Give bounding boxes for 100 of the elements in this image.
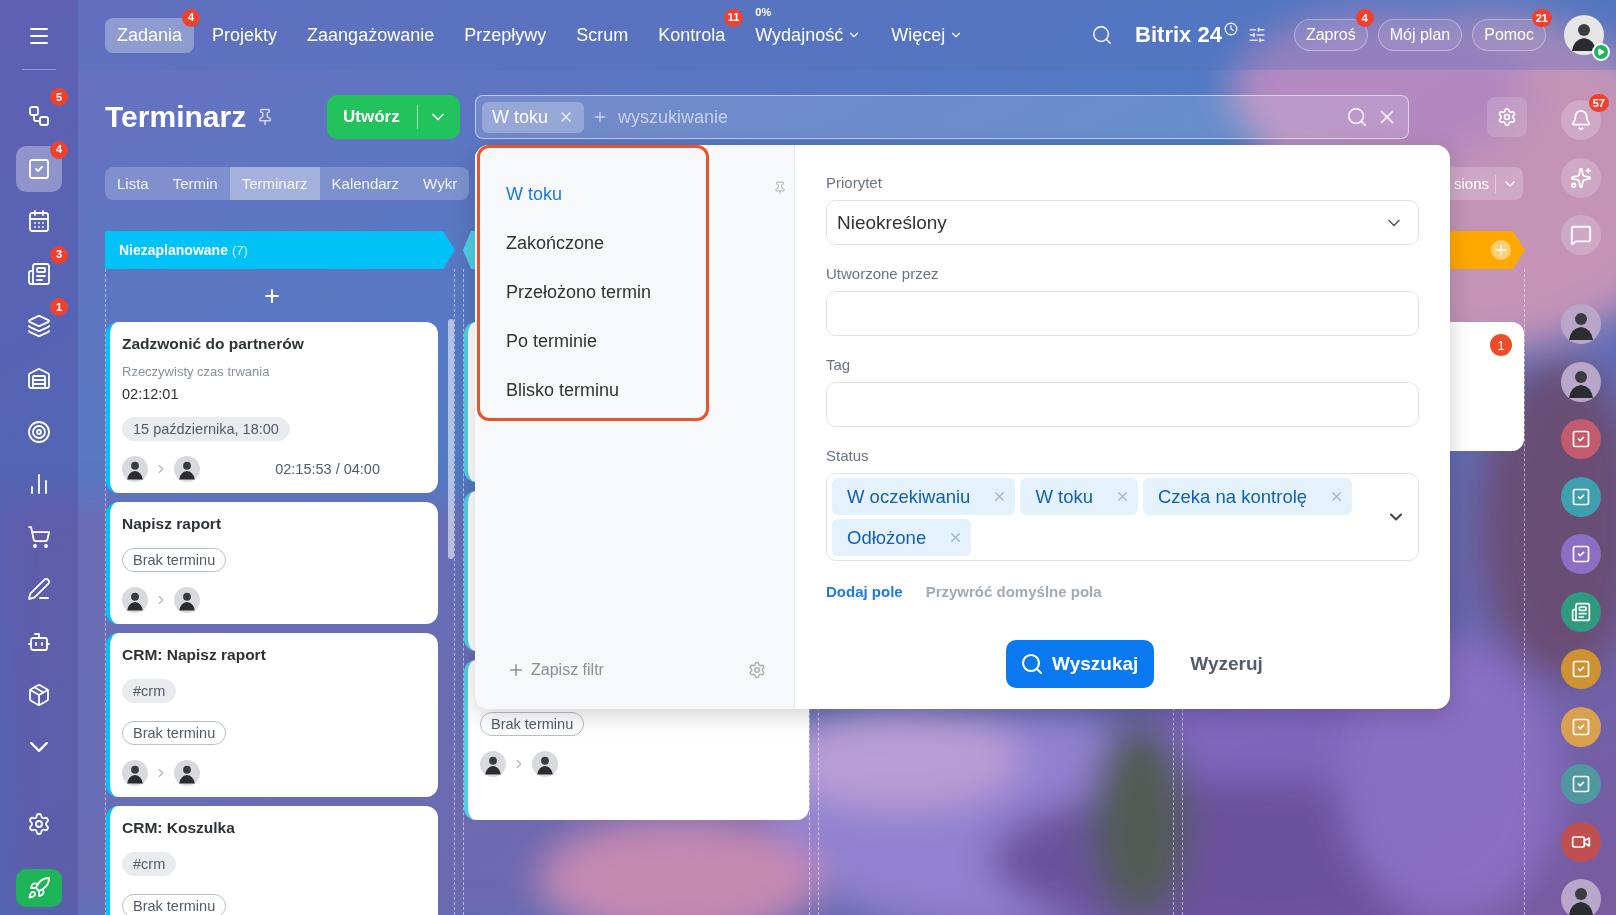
avatar [174,760,200,786]
page-title: Terminarz [105,100,247,134]
filter-preset[interactable]: Po terminie [480,317,706,366]
search-button[interactable]: Wyszukaj [1006,640,1155,688]
card-subtitle: Rzeczywisty czas trwania [122,363,271,381]
avatar [122,587,148,613]
task-check-icon [1571,716,1591,737]
tool-button[interactable] [1561,157,1601,198]
gear-icon [748,661,766,679]
nav-tab[interactable]: Scrum [564,17,641,53]
sparkles-icon [1570,166,1592,189]
no-deadline-tag[interactable]: Brak terminu [122,721,227,745]
task-card[interactable]: CRM: Koszulka #crm Brak terminu [106,806,438,915]
task-card[interactable]: CRM: Napisz raport #crm Brak terminu [106,633,438,797]
task-check-icon [1571,429,1591,449]
task-check-icon [1571,659,1591,679]
nav-tab[interactable]: Wydajność [743,17,874,53]
multiselect-field[interactable]: W oczekiwaniu W toku Czeka na kontrolę Odłożone [826,473,1419,561]
task-check-icon [1571,774,1591,794]
rocket-icon [27,876,51,900]
avatar [122,760,148,786]
avatar [480,751,506,777]
nav-tab[interactable]: Przepływy [452,17,559,53]
search-field[interactable]: W toku wyszukiwanie [475,95,1409,139]
newspaper-icon [27,261,51,286]
view-tab[interactable]: Wykr [411,167,470,200]
create-button[interactable]: Utwórz [327,95,460,139]
chat-icon [1570,224,1592,246]
avatar [122,456,148,482]
avatar [174,456,200,482]
settings-icon [27,812,51,836]
clock-icon[interactable] [1223,22,1238,36]
card-time: 02:12:01 [122,385,180,404]
input-field[interactable] [826,382,1419,427]
view-tab[interactable]: Lista [105,167,161,200]
percent-caption: 0% [755,5,772,18]
status-chip[interactable]: W oczekiwaniu [832,478,1016,515]
nav-tab[interactable]: Zaangażowanie [295,17,447,53]
status-chip[interactable]: W toku [1020,478,1138,515]
sliders-icon[interactable] [1247,26,1266,44]
gear-icon [1497,107,1517,127]
view-tab[interactable]: Kalendarz [319,167,412,200]
status-chip[interactable]: Czeka na kontrolę [1142,478,1353,515]
no-deadline-tag[interactable]: Brak terminu [122,548,227,572]
field-label: Status [826,448,870,464]
input-field[interactable] [826,291,1419,336]
filter-preset[interactable]: Przełożono termin [480,268,706,317]
reset-button[interactable]: Wyzeruj [1184,647,1269,681]
task-card[interactable]: Napisz raport Brak terminu [106,502,438,624]
sidebar-item[interactable] [16,145,62,192]
task-card[interactable]: Zadzwonić do partnerów Rzeczywisty czas trwania 02:12:01 15 października, 18:00 02:15:53 / 04:00 [106,322,438,493]
card-title: CRM: Koszulka [122,818,236,838]
avatar [174,587,200,613]
cart-icon [27,524,51,549]
nav-tab[interactable]: Więcej [879,17,976,53]
no-deadline-tag[interactable]: Brak terminu [480,712,585,736]
search-icon [1020,652,1045,676]
scrollbar[interactable] [448,319,454,559]
filter-preset[interactable]: Zakończone [480,219,706,268]
status-chip[interactable]: Odłożone [832,519,972,556]
deadline-tag[interactable]: 15 października, 18:00 [122,417,290,441]
avatar [1561,304,1601,344]
hashtag-tag[interactable]: #crm [122,852,177,876]
header-button[interactable]: Mój plan [1377,19,1463,51]
pen-icon [27,577,51,602]
warehouse-icon [27,366,51,391]
newspaper-icon [1571,601,1591,622]
logo: Bitrix 24 [1135,22,1222,48]
field-label: Utworzone przez [826,266,940,282]
sidebar-item[interactable] [16,869,62,907]
avatar [532,751,558,777]
task-check-icon [1571,544,1591,564]
package-icon [27,682,51,707]
add-field-link[interactable]: Dodaj pole [826,583,903,600]
card-title: Zadzwonić do partnerów [122,334,305,354]
task-check-icon [1571,486,1591,507]
layers-icon [27,314,51,339]
select-field[interactable]: Nieokreślony [826,200,1419,245]
column-count: (7) [231,242,248,258]
card-title: Napisz raport [122,514,223,534]
view-tab[interactable]: Termin [160,167,230,200]
nav-tab[interactable]: Projekty [200,17,290,53]
column-title: Niezaplanowane [119,242,228,258]
search-icon[interactable] [1091,24,1114,46]
plus-icon [507,661,525,679]
no-deadline-tag[interactable]: Brak terminu [122,894,227,915]
elapsed-time: 02:15:53 / 04:00 [275,461,380,477]
avatar [1561,879,1601,915]
user-avatar [1564,15,1604,55]
filter-chip[interactable]: W toku [482,101,584,133]
save-filter-button[interactable]: Zapisz filtr [507,661,604,679]
filter-preset[interactable]: W toku [480,170,706,219]
chevron-down-icon [30,742,48,753]
hashtag-tag[interactable]: #crm [122,679,177,703]
settings-button[interactable] [1487,97,1527,137]
restore-fields-link[interactable]: Przywróć domyślne pola [925,583,1102,600]
card-title: CRM: Napisz raport [122,645,267,665]
filter-preset[interactable]: Blisko terminu [480,366,706,415]
target-icon [27,419,51,444]
tool-button[interactable] [1561,215,1601,255]
